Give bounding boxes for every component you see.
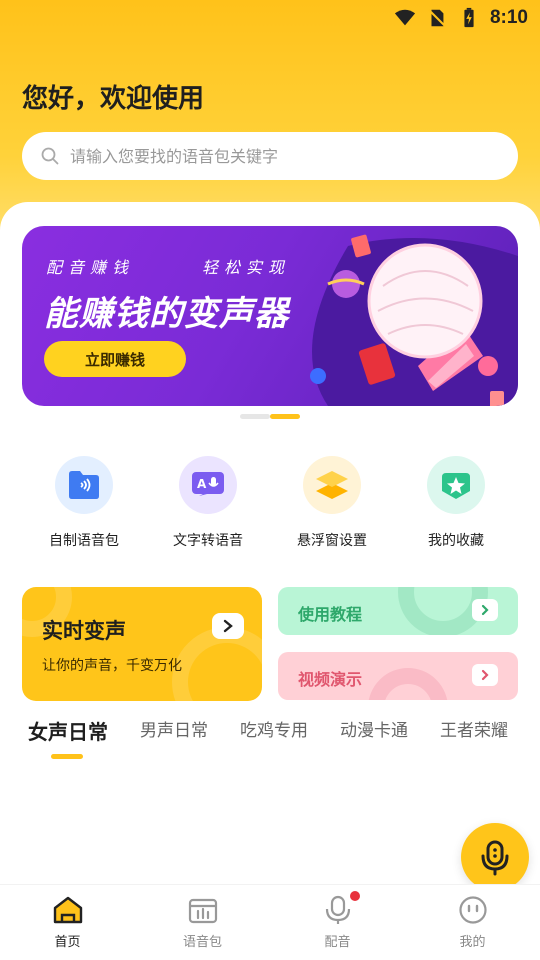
banner-slogan-left: 配音赚钱 xyxy=(46,258,135,277)
quick-action-label: 自制语音包 xyxy=(49,533,119,549)
nav-label: 我的 xyxy=(459,935,486,950)
chevron-right-icon xyxy=(212,613,244,639)
nav-label: 语音包 xyxy=(182,935,222,950)
star-icon xyxy=(427,456,485,514)
quick-actions: 自制语音包 A 文字转语音 悬浮窗设置 我的收藏 xyxy=(0,456,540,550)
video-demo-card[interactable]: 视频演示 xyxy=(278,652,518,700)
realtime-voice-title: 实时变声 xyxy=(42,619,126,643)
tab-honor-of-kings[interactable]: 王者荣耀 xyxy=(440,716,508,766)
realtime-voice-subtitle: 让你的声音，千变万化 xyxy=(42,658,182,674)
microphone-illustration xyxy=(310,234,518,406)
floating-mic-button[interactable] xyxy=(461,823,529,891)
profile-icon xyxy=(458,896,487,924)
search-input[interactable] xyxy=(70,146,490,166)
nav-voice-pack[interactable]: 语音包 xyxy=(135,885,270,960)
quick-action-label: 悬浮窗设置 xyxy=(297,533,367,549)
banner-slogan-right: 轻松实现 xyxy=(202,258,291,277)
tutorial-title: 使用教程 xyxy=(298,605,363,624)
layers-icon xyxy=(303,456,361,514)
battery-icon xyxy=(464,7,474,28)
notification-dot xyxy=(350,891,360,901)
search-icon xyxy=(41,147,59,165)
nav-dubbing[interactable]: 配音 xyxy=(270,885,405,960)
quick-action-tts[interactable]: A 文字转语音 xyxy=(146,456,270,550)
quick-action-favorites[interactable]: 我的收藏 xyxy=(394,456,518,550)
greeting-title: 您好，欢迎使用 xyxy=(22,84,205,114)
folder-voice-icon xyxy=(55,456,113,514)
home-icon xyxy=(53,896,82,924)
earn-now-button[interactable]: 立即赚钱 xyxy=(44,341,186,377)
no-sim-icon xyxy=(428,9,446,27)
quick-action-custom-voice[interactable]: 自制语音包 xyxy=(22,456,146,550)
tutorial-card[interactable]: 使用教程 xyxy=(278,587,518,635)
nav-label: 配音 xyxy=(324,935,351,950)
nav-home[interactable]: 首页 xyxy=(0,885,135,960)
carousel-dot-active xyxy=(270,414,300,419)
dubbing-mic-icon xyxy=(325,895,350,924)
video-demo-title: 视频演示 xyxy=(298,670,363,689)
quick-action-label: 文字转语音 xyxy=(173,533,243,549)
carousel-dot xyxy=(240,414,270,419)
text-to-speech-icon: A xyxy=(179,456,237,514)
microphone-icon xyxy=(481,840,509,876)
nav-label: 首页 xyxy=(54,935,81,950)
wifi-icon xyxy=(394,9,416,26)
carousel-indicator xyxy=(240,414,300,419)
search-bar[interactable] xyxy=(22,132,518,180)
svg-text:A: A xyxy=(197,477,207,491)
status-time: 8:10 xyxy=(489,7,528,28)
chevron-right-icon xyxy=(472,664,498,686)
tab-male-daily[interactable]: 男声日常 xyxy=(140,716,208,766)
voice-pack-icon xyxy=(188,898,217,924)
tab-pubg[interactable]: 吃鸡专用 xyxy=(240,716,308,766)
chevron-right-icon xyxy=(472,599,498,621)
quick-action-float-window[interactable]: 悬浮窗设置 xyxy=(270,456,394,550)
status-bar: 8:10 xyxy=(0,0,540,36)
banner-headline: 能赚钱的变声器 xyxy=(44,294,289,334)
quick-action-label: 我的收藏 xyxy=(428,533,484,549)
realtime-voice-card[interactable]: 实时变声 让你的声音，千变万化 xyxy=(22,587,262,701)
decoration xyxy=(368,668,448,700)
bottom-navigation: 首页 语音包 配音 我的 xyxy=(0,884,540,960)
promo-banner[interactable]: 配音赚钱 轻松实现 能赚钱的变声器 立即赚钱 xyxy=(22,226,518,406)
nav-profile[interactable]: 我的 xyxy=(405,885,540,960)
tab-anime[interactable]: 动漫卡通 xyxy=(340,716,408,766)
active-tab-indicator xyxy=(51,754,83,759)
